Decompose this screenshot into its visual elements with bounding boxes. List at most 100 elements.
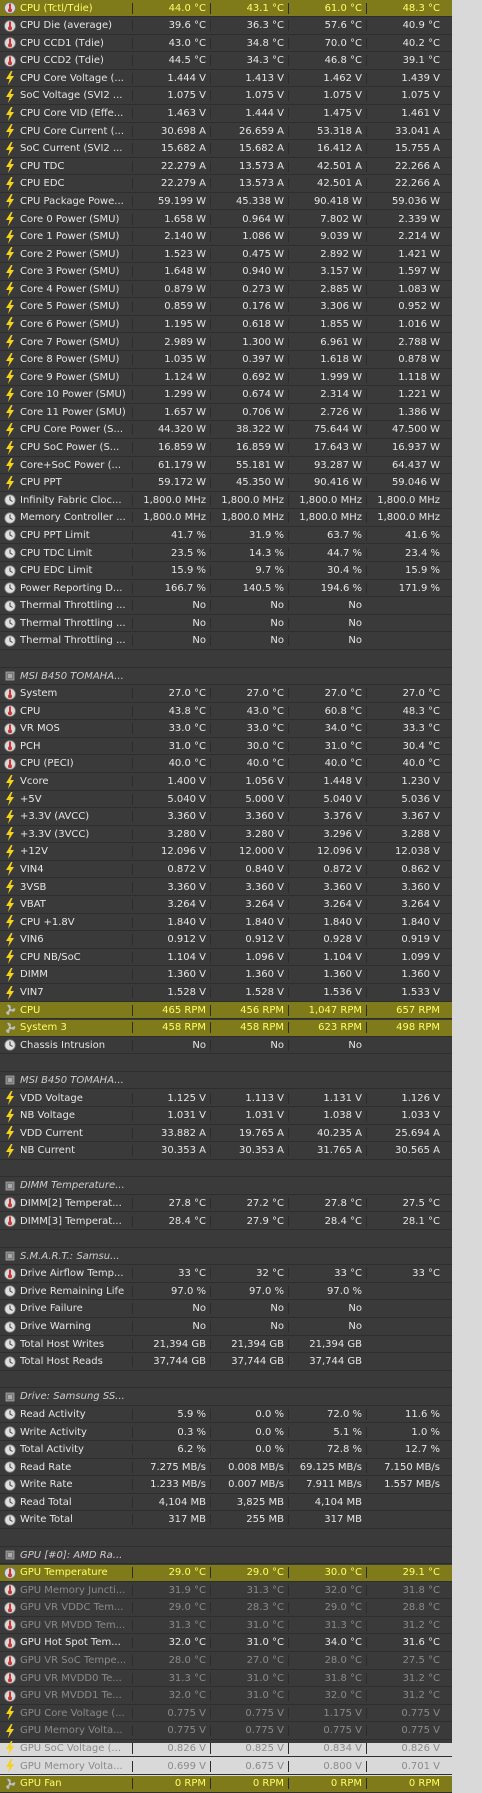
sensor-row[interactable]: Core 2 Power (SMU) 1.523 W 0.475 W 2.892 W1… <box>0 246 452 264</box>
sensor-row[interactable]: GPU VR MVDD0 Te... 31.3 °C 31.0 °C 31.8 °C 3… <box>0 1670 452 1688</box>
sensor-row[interactable]: VR MOS 33.0 °C 33.0 °C 34.0 °C 33.3 °C <box>0 721 452 738</box>
sensor-row[interactable]: NB Current 30.353 A 30.353 A 31.765 A 30.565… <box>0 1143 452 1160</box>
sensor-row[interactable]: SoC Current (SVI2 ... 15.682 A 15.682 A 16.… <box>0 141 452 158</box>
sensor-row[interactable]: Power Reporting D... 166.7 % 140.5 % 194.6 … <box>0 580 452 598</box>
sensor-row[interactable]: Infinity Fabric Cloc... 1,800.0 MHz 1,800.… <box>0 492 452 510</box>
sensor-row[interactable]: Thermal Throttling ... No No No <box>0 598 452 615</box>
sensor-row[interactable]: Drive Warning No No No <box>0 1319 452 1336</box>
sensor-row[interactable]: System 27.0 °C 27.0 °C 27.0 °C 27.0 °C <box>0 686 452 703</box>
sensor-row[interactable]: Core 1 Power (SMU) 2.140 W 1.086 W 9.039 W2… <box>0 229 452 246</box>
sensor-row[interactable]: Thermal Throttling ... No No No <box>0 633 452 650</box>
sensor-row[interactable]: Core+SoC Power (... 61.179 W 55.181 W 93.28… <box>0 457 452 475</box>
sensor-row[interactable]: CPU Core Power (S... 44.320 W 38.322 W 75.6… <box>0 422 452 439</box>
sensor-label: CPU PPT <box>20 477 62 489</box>
sensor-row[interactable]: Total Activity 6.2 % 0.0 % 72.8 % 12.7 % <box>0 1442 452 1459</box>
sensor-row[interactable]: CPU TDC Limit 23.5 % 14.3 % 44.7 % 23.4 % <box>0 545 452 562</box>
sensor-row[interactable]: Total Host Writes 21,394 GB 21,394 GB 21,39… <box>0 1336 452 1354</box>
sensor-row[interactable]: PCH 31.0 °C 30.0 °C 31.0 °C 30.4 °C <box>0 738 452 756</box>
sensor-row[interactable]: GPU Memory Juncti... 31.9 °C 31.3 °C 32.0 °… <box>0 1582 452 1600</box>
lightning-icon <box>3 950 17 965</box>
sensor-row[interactable]: CPU 465 RPM 456 RPM 1,047 RPM 657 RPM <box>0 1002 452 1020</box>
sensor-row[interactable]: Memory Controller ... 1,800.0 MHz 1,800.0 … <box>0 510 452 527</box>
sensor-row[interactable]: VBAT 3.264 V 3.264 V 3.264 V 3.264 V <box>0 897 452 914</box>
sensor-group-header[interactable]: MSI B450 TOMAHA... <box>0 668 452 685</box>
sensor-row[interactable]: +5V 5.040 V 5.000 V 5.040 V 5.036 V <box>0 791 452 809</box>
sensor-row[interactable]: CPU NB/SoC 1.104 V 1.096 V 1.104 V 1.099 V <box>0 949 452 967</box>
sensor-row[interactable]: GPU Fan 0 RPM 0 RPM 0 RPM 0 RPM <box>0 1775 452 1793</box>
sensor-row[interactable]: CPU EDC Limit 15.9 % 9.7 % 30.4 % 15.9 % <box>0 563 452 580</box>
sensor-row[interactable]: Vcore 1.400 V 1.056 V 1.448 V 1.230 V <box>0 774 452 791</box>
sensor-group-header[interactable]: DIMM Temperature... <box>0 1178 452 1195</box>
sensor-row[interactable]: Core 9 Power (SMU) 1.124 W 0.692 W 1.999 W1… <box>0 369 452 387</box>
sensor-row[interactable]: Core 8 Power (SMU) 1.035 W 0.397 W 1.618 W0… <box>0 352 452 369</box>
sensor-row[interactable]: VIN7 1.528 V 1.528 V 1.536 V 1.533 V <box>0 985 452 1002</box>
sensor-group-header[interactable]: MSI B450 TOMAHA... <box>0 1072 452 1090</box>
sensor-row[interactable]: CPU Core Current (... 30.698 A 26.659 A 53.… <box>0 123 452 141</box>
sensor-row[interactable]: SoC Voltage (SVI2 ... 1.075 V 1.075 V 1.075… <box>0 88 452 105</box>
sensor-row[interactable]: Core 5 Power (SMU) 0.859 W 0.176 W 3.306 W0… <box>0 299 452 316</box>
sensor-row[interactable]: Write Activity 0.3 % 0.0 % 5.1 % 1.0 % <box>0 1424 452 1441</box>
sensor-row[interactable]: Core 0 Power (SMU) 1.658 W 0.964 W 7.802 W2… <box>0 211 452 228</box>
sensor-row[interactable]: Read Total 4,104 MB 3,825 MB 4,104 MB <box>0 1494 452 1512</box>
sensor-row[interactable]: GPU VR VDDC Tem... 29.0 °C 28.3 °C 29.0 °C 2… <box>0 1600 452 1617</box>
sensor-row[interactable]: Core 4 Power (SMU) 0.879 W 0.273 W 2.885 W1… <box>0 281 452 299</box>
sensor-row[interactable]: CPU Die (average) 39.6 °C 36.3 °C 57.6 °C 40… <box>0 18 452 35</box>
sensor-row[interactable]: GPU Memory Volta... 0.775 V 0.775 V 0.775 V… <box>0 1723 452 1740</box>
sensor-row[interactable]: GPU Core Voltage (... 0.775 V 0.775 V 1.175… <box>0 1705 452 1723</box>
sensor-row[interactable]: GPU VR SoC Tempe... 28.0 °C 27.0 °C 28.0 °C… <box>0 1653 452 1670</box>
sensor-row[interactable]: CPU EDC 22.279 A 13.573 A 42.501 A 22.266 A <box>0 176 452 193</box>
sensor-group-header[interactable]: GPU [#0]: AMD Ra... <box>0 1547 452 1564</box>
sensor-row[interactable]: VIN6 0.912 V 0.912 V 0.928 V 0.919 V <box>0 932 452 949</box>
sensor-row[interactable]: CPU TDC 22.279 A 13.573 A 42.501 A 22.266 A <box>0 158 452 176</box>
sensor-row[interactable]: CPU (Tctl/Tdie) 44.0 °C 43.1 °C 61.0 °C 48.3… <box>0 0 452 17</box>
sensor-row[interactable]: VDD Voltage 1.125 V 1.113 V 1.131 V 1.126 V <box>0 1090 452 1107</box>
sensor-row[interactable]: GPU Memory Volta... 0.699 V 0.675 V 0.800 V… <box>0 1758 452 1775</box>
sensor-row[interactable]: Core 3 Power (SMU) 1.648 W 0.940 W 3.157 W1… <box>0 264 452 281</box>
sensor-row[interactable]: 3VSB 3.360 V 3.360 V 3.360 V 3.360 V <box>0 879 452 896</box>
sensor-row[interactable]: Read Rate 7.275 MB/s 0.008 MB/s 69.125 MB/s… <box>0 1459 452 1477</box>
sensor-row[interactable]: GPU Temperature 29.0 °C 29.0 °C 30.0 °C 29.1… <box>0 1564 452 1582</box>
sensor-row[interactable]: CPU (PECI) 40.0 °C 40.0 °C 40.0 °C 40.0 °C <box>0 756 452 773</box>
sensor-row[interactable]: Read Activity 5.9 % 0.0 % 72.0 % 11.6 % <box>0 1406 452 1424</box>
sensor-row[interactable]: Drive Airflow Temp... 33 °C 32 °C 33 °C 33 °… <box>0 1266 452 1283</box>
sensor-row[interactable]: Chassis Intrusion No No No <box>0 1037 452 1055</box>
sensor-row[interactable]: GPU Hot Spot Tem... 32.0 °C 31.0 °C 34.0 °C… <box>0 1635 452 1652</box>
sensor-row[interactable]: +3.3V (AVCC) 3.360 V 3.360 V 3.376 V 3.367 V <box>0 809 452 826</box>
sensor-row[interactable]: CPU Package Powe... 59.199 W 45.338 W 90.41… <box>0 193 452 211</box>
sensor-row[interactable]: CPU SoC Power (S... 16.859 W 16.859 W 17.64… <box>0 440 452 457</box>
sensor-row[interactable]: NB Voltage 1.031 V 1.031 V 1.038 V 1.033 V <box>0 1108 452 1125</box>
sensor-row[interactable]: Write Rate 1.233 MB/s 0.007 MB/s 7.911 MB/s… <box>0 1477 452 1494</box>
sensor-row[interactable]: VDD Current 33.882 A 19.765 A 40.235 A 25.69… <box>0 1125 452 1143</box>
value-current: 61.179 W <box>132 459 210 471</box>
sensor-row[interactable]: Thermal Throttling ... No No No <box>0 615 452 633</box>
sensor-row[interactable]: CPU 43.8 °C 43.0 °C 60.8 °C 48.3 °C <box>0 703 452 721</box>
sensor-row[interactable]: Total Host Reads 37,744 GB 37,744 GB 37,744… <box>0 1354 452 1371</box>
sensor-row[interactable]: Core 10 Power (SMU) 1.299 W 0.674 W 2.314 W… <box>0 387 452 404</box>
sensor-row[interactable]: +3.3V (3VCC) 3.280 V 3.280 V 3.296 V 3.288 V <box>0 826 452 844</box>
sensor-row[interactable]: CPU PPT 59.172 W 45.350 W 90.416 W 59.046 W <box>0 475 452 492</box>
sensor-row[interactable]: Drive Failure No No No <box>0 1301 452 1318</box>
sensor-row[interactable]: CPU Core VID (Effe... 1.463 V 1.444 V 1.475… <box>0 106 452 123</box>
sensor-row[interactable]: Write Total 317 MB 255 MB 317 MB <box>0 1512 452 1529</box>
sensor-row[interactable]: GPU VR MVDD Tem... 31.3 °C 31.0 °C 31.3 °C 3… <box>0 1617 452 1635</box>
sensor-row[interactable]: VIN4 0.872 V 0.840 V 0.872 V 0.862 V <box>0 861 452 879</box>
sensor-row[interactable]: Core 6 Power (SMU) 1.195 W 0.618 W 1.855 W1… <box>0 316 452 334</box>
sensor-row[interactable]: +12V 12.096 V 12.000 V 12.096 V 12.038 V <box>0 844 452 861</box>
value-max: 61.0 °C <box>288 2 366 14</box>
sensor-row[interactable]: Drive Remaining Life 97.0 % 97.0 % 97.0 % <box>0 1283 452 1301</box>
sensor-row[interactable]: CPU CCD1 (Tdie) 43.0 °C 34.8 °C 70.0 °C 40.2… <box>0 35 452 53</box>
sensor-row[interactable]: DIMM[2] Temperat... 27.8 °C 27.2 °C 27.8 °C… <box>0 1195 452 1213</box>
sensor-row[interactable]: DIMM 1.360 V 1.360 V 1.360 V 1.360 V <box>0 967 452 984</box>
sensor-row[interactable]: CPU CCD2 (Tdie) 44.5 °C 34.3 °C 46.8 °C 39.1… <box>0 53 452 70</box>
sensor-group-header[interactable]: S.M.A.R.T.: Samsu... <box>0 1248 452 1266</box>
sensor-row[interactable]: Core 11 Power (SMU) 1.657 W 0.706 W 2.726 W… <box>0 404 452 422</box>
sensor-group-header[interactable]: Drive: Samsung SS... <box>0 1389 452 1406</box>
value-max: 33 °C <box>288 1268 366 1280</box>
sensor-row[interactable]: CPU PPT Limit 41.7 % 31.9 % 63.7 % 41.6 % <box>0 527 452 545</box>
sensor-row[interactable]: CPU +1.8V 1.840 V 1.840 V 1.840 V 1.840 V <box>0 914 452 932</box>
sensor-row[interactable]: DIMM[3] Temperat... 28.4 °C 27.9 °C 28.4 °C… <box>0 1213 452 1230</box>
sensor-row[interactable]: Core 7 Power (SMU) 2.989 W 1.300 W 6.961 W2… <box>0 334 452 351</box>
sensor-row[interactable]: CPU Core Voltage (... 1.444 V 1.413 V 1.462… <box>0 70 452 88</box>
sensor-row[interactable]: GPU VR MVDD1 Te... 32.0 °C 31.0 °C 32.0 °C 3… <box>0 1688 452 1705</box>
sensor-row[interactable]: System 3 458 RPM 458 RPM 623 RPM 498 RPM <box>0 1019 452 1037</box>
